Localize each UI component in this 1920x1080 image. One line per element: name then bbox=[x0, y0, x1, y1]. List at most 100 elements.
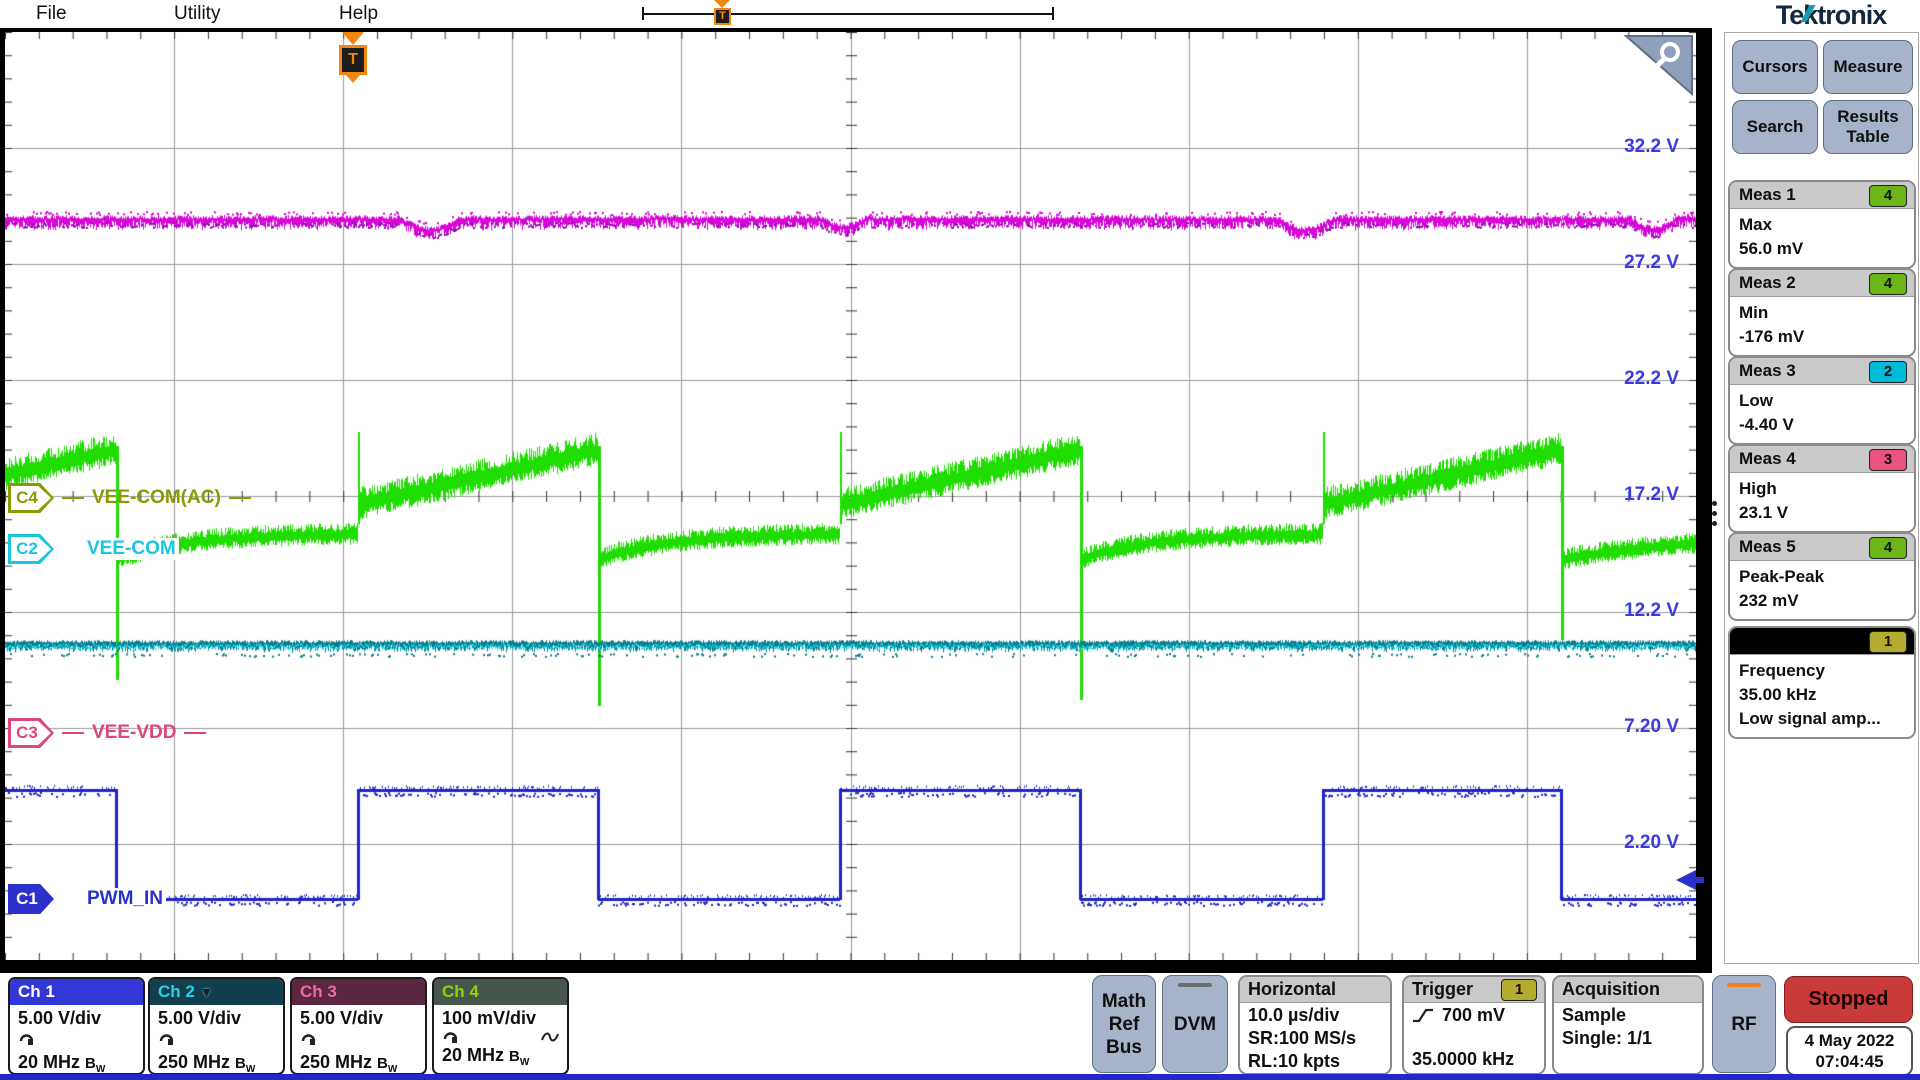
scale-label-2: 27.2 V bbox=[1559, 252, 1679, 274]
cursors-button[interactable]: Cursors bbox=[1732, 40, 1818, 94]
meas-2-value: -176 mV bbox=[1739, 325, 1905, 349]
trigger-notch-icon bbox=[346, 75, 360, 83]
run-stop-status[interactable]: Stopped bbox=[1784, 976, 1913, 1023]
ch4-bandwidth: 20 MHz bbox=[442, 1045, 504, 1065]
trigger-source-badge: 1 bbox=[1501, 979, 1537, 1001]
trigger-position-marker[interactable]: T bbox=[339, 32, 367, 83]
results-table-button[interactable]: Results Table bbox=[1823, 100, 1913, 154]
menu-help[interactable]: Help bbox=[333, 1, 384, 27]
scope-graticule-frame: 32.2 V 27.2 V 22.2 V 17.2 V 12.2 V 7.20 … bbox=[0, 28, 1712, 973]
dvm-button[interactable]: DVM bbox=[1162, 975, 1228, 1073]
trigger-title: Trigger 1 bbox=[1404, 977, 1544, 1003]
rf-indicator-line bbox=[1727, 983, 1761, 987]
c1-badge-icon[interactable]: C1 bbox=[8, 884, 54, 914]
bandwidth-limit-icon: BW bbox=[235, 1055, 255, 1072]
meas-3-card[interactable]: Meas 3 2 Low -4.40 V bbox=[1728, 356, 1916, 445]
scale-label-7: 2.20 V bbox=[1559, 832, 1679, 854]
ch2-badge[interactable]: Ch 2 ▼ 5.00 V/div 250 MHz BW bbox=[148, 977, 285, 1075]
trigger-triangle-icon bbox=[342, 32, 364, 45]
meas-2-type: Min bbox=[1739, 301, 1905, 325]
meas-5-card[interactable]: Meas 5 4 Peak-Peak 232 mV bbox=[1728, 532, 1916, 621]
ch3-bandwidth: 250 MHz bbox=[300, 1052, 372, 1072]
ch3-badge[interactable]: Ch 3 5.00 V/div 250 MHz BW bbox=[290, 977, 427, 1075]
ch4-scale: 100 mV/div bbox=[442, 1007, 559, 1029]
panel-drag-handle[interactable] bbox=[1712, 496, 1720, 531]
trigger-frequency: 35.0000 kHz bbox=[1412, 1048, 1536, 1071]
meas-3-type: Low bbox=[1739, 389, 1905, 413]
frequency-warning: Low signal amp... bbox=[1739, 707, 1905, 731]
ac-coupling-icon bbox=[541, 1031, 559, 1043]
math-ref-bus-button[interactable]: MathRefBus bbox=[1092, 975, 1156, 1073]
scale-label-4: 17.2 V bbox=[1559, 484, 1679, 506]
ch4-badge-header: Ch 4 bbox=[434, 979, 567, 1005]
frequency-type: Frequency bbox=[1739, 659, 1905, 683]
meas-1-card[interactable]: Meas 1 4 Max 56.0 mV bbox=[1728, 180, 1916, 269]
meas-2-card[interactable]: Meas 2 4 Min -176 mV bbox=[1728, 268, 1916, 357]
meas-3-value: -4.40 V bbox=[1739, 413, 1905, 437]
scope-graticule[interactable]: 32.2 V 27.2 V 22.2 V 17.2 V 12.2 V 7.20 … bbox=[5, 32, 1696, 960]
ch3-badge-header: Ch 3 bbox=[292, 979, 425, 1005]
channel-tag-c3[interactable]: C3 VEE-VDD bbox=[8, 717, 206, 749]
c4-dash bbox=[62, 497, 84, 499]
search-button[interactable]: Search bbox=[1732, 100, 1818, 154]
c3-dash bbox=[62, 732, 84, 734]
meas-1-source-badge: 4 bbox=[1869, 185, 1907, 207]
minimap-right-bracket bbox=[1052, 7, 1054, 20]
menu-utility[interactable]: Utility bbox=[168, 1, 226, 27]
meas-2-title: Meas 2 4 bbox=[1730, 270, 1914, 297]
c2-badge-icon[interactable]: C2 bbox=[8, 534, 54, 564]
scale-label-1: 32.2 V bbox=[1559, 136, 1679, 158]
meas-2-source-badge: 4 bbox=[1869, 273, 1907, 295]
horizontal-title: Horizontal bbox=[1240, 977, 1390, 1003]
frequency-source-badge: 1 bbox=[1869, 631, 1907, 653]
zoom-corner-button[interactable] bbox=[1624, 34, 1694, 96]
meas-3-title: Meas 3 2 bbox=[1730, 358, 1914, 385]
bandwidth-limit-icon: BW bbox=[85, 1055, 105, 1072]
bandwidth-limit-icon: BW bbox=[377, 1055, 397, 1072]
rising-edge-icon bbox=[1412, 1007, 1434, 1024]
channel-tag-c2[interactable]: C2 VEE-COM bbox=[8, 533, 179, 565]
c3-badge-icon[interactable]: C3 bbox=[8, 718, 54, 748]
ch1-scale: 5.00 V/div bbox=[18, 1007, 135, 1029]
tektronix-logo: Tektronix bbox=[1742, 0, 1920, 31]
meas-3-source-badge: 2 bbox=[1869, 361, 1907, 383]
horizontal-scale: 10.0 µs/div bbox=[1248, 1004, 1382, 1027]
ch1-badge-header: Ch 1 bbox=[10, 979, 143, 1005]
trigger-level: 700 mV bbox=[1442, 1004, 1505, 1027]
c1-label: PWM_IN bbox=[84, 888, 166, 910]
frequency-value: 35.00 kHz bbox=[1739, 683, 1905, 707]
meas-4-card[interactable]: Meas 4 3 High 23.1 V bbox=[1728, 444, 1916, 533]
time: 07:04:45 bbox=[1815, 1051, 1883, 1072]
trigger-level-arrow-icon[interactable] bbox=[1676, 870, 1696, 890]
meas-5-title: Meas 5 4 bbox=[1730, 534, 1914, 561]
ch2-bandwidth: 250 MHz bbox=[158, 1052, 230, 1072]
c4-badge-icon[interactable]: C4 bbox=[8, 483, 54, 513]
trigger-t-icon: T bbox=[339, 45, 367, 75]
measure-button[interactable]: Measure bbox=[1823, 40, 1913, 94]
minimap-trigger-t-icon[interactable]: T bbox=[714, 8, 731, 25]
channel-tag-c4[interactable]: C4 VEE-COM(AC) bbox=[8, 482, 251, 514]
trigger-panel[interactable]: Trigger 1 700 mV 35.0000 kHz bbox=[1402, 975, 1546, 1075]
ch1-badge[interactable]: Ch 1 5.00 V/div 20 MHz BW bbox=[8, 977, 145, 1075]
acquisition-title: Acquisition bbox=[1554, 977, 1702, 1003]
ch1-bandwidth: 20 MHz bbox=[18, 1052, 80, 1072]
c2-label: VEE-COM bbox=[84, 538, 179, 560]
channel-tag-c1[interactable]: C1 PWM_IN bbox=[8, 883, 166, 915]
c4-label: VEE-COM(AC) bbox=[92, 487, 221, 509]
ch2-badge-header: Ch 2 ▼ bbox=[150, 979, 283, 1005]
rf-button[interactable]: RF bbox=[1712, 975, 1776, 1073]
c3-label: VEE-VDD bbox=[92, 722, 176, 744]
ch3-scale: 5.00 V/div bbox=[300, 1007, 417, 1029]
meas-4-title: Meas 4 3 bbox=[1730, 446, 1914, 473]
meas-5-type: Peak-Peak bbox=[1739, 565, 1905, 589]
frequency-card[interactable]: 1 Frequency 35.00 kHz Low signal amp... bbox=[1728, 626, 1916, 739]
menu-file[interactable]: File bbox=[30, 1, 73, 27]
acquisition-panel[interactable]: Acquisition Sample Single: 1/1 bbox=[1552, 975, 1704, 1075]
record-length: RL:10 kpts bbox=[1248, 1050, 1382, 1073]
waveform-canvas[interactable] bbox=[5, 32, 1696, 960]
meas-5-source-badge: 4 bbox=[1869, 537, 1907, 559]
horizontal-panel[interactable]: Horizontal 10.0 µs/div SR:100 MS/s RL:10… bbox=[1238, 975, 1392, 1075]
meas-4-source-badge: 3 bbox=[1869, 449, 1907, 471]
datetime-display: 4 May 2022 07:04:45 bbox=[1786, 1026, 1913, 1076]
ch4-badge[interactable]: Ch 4 100 mV/div 20 MHz BW bbox=[432, 977, 569, 1075]
